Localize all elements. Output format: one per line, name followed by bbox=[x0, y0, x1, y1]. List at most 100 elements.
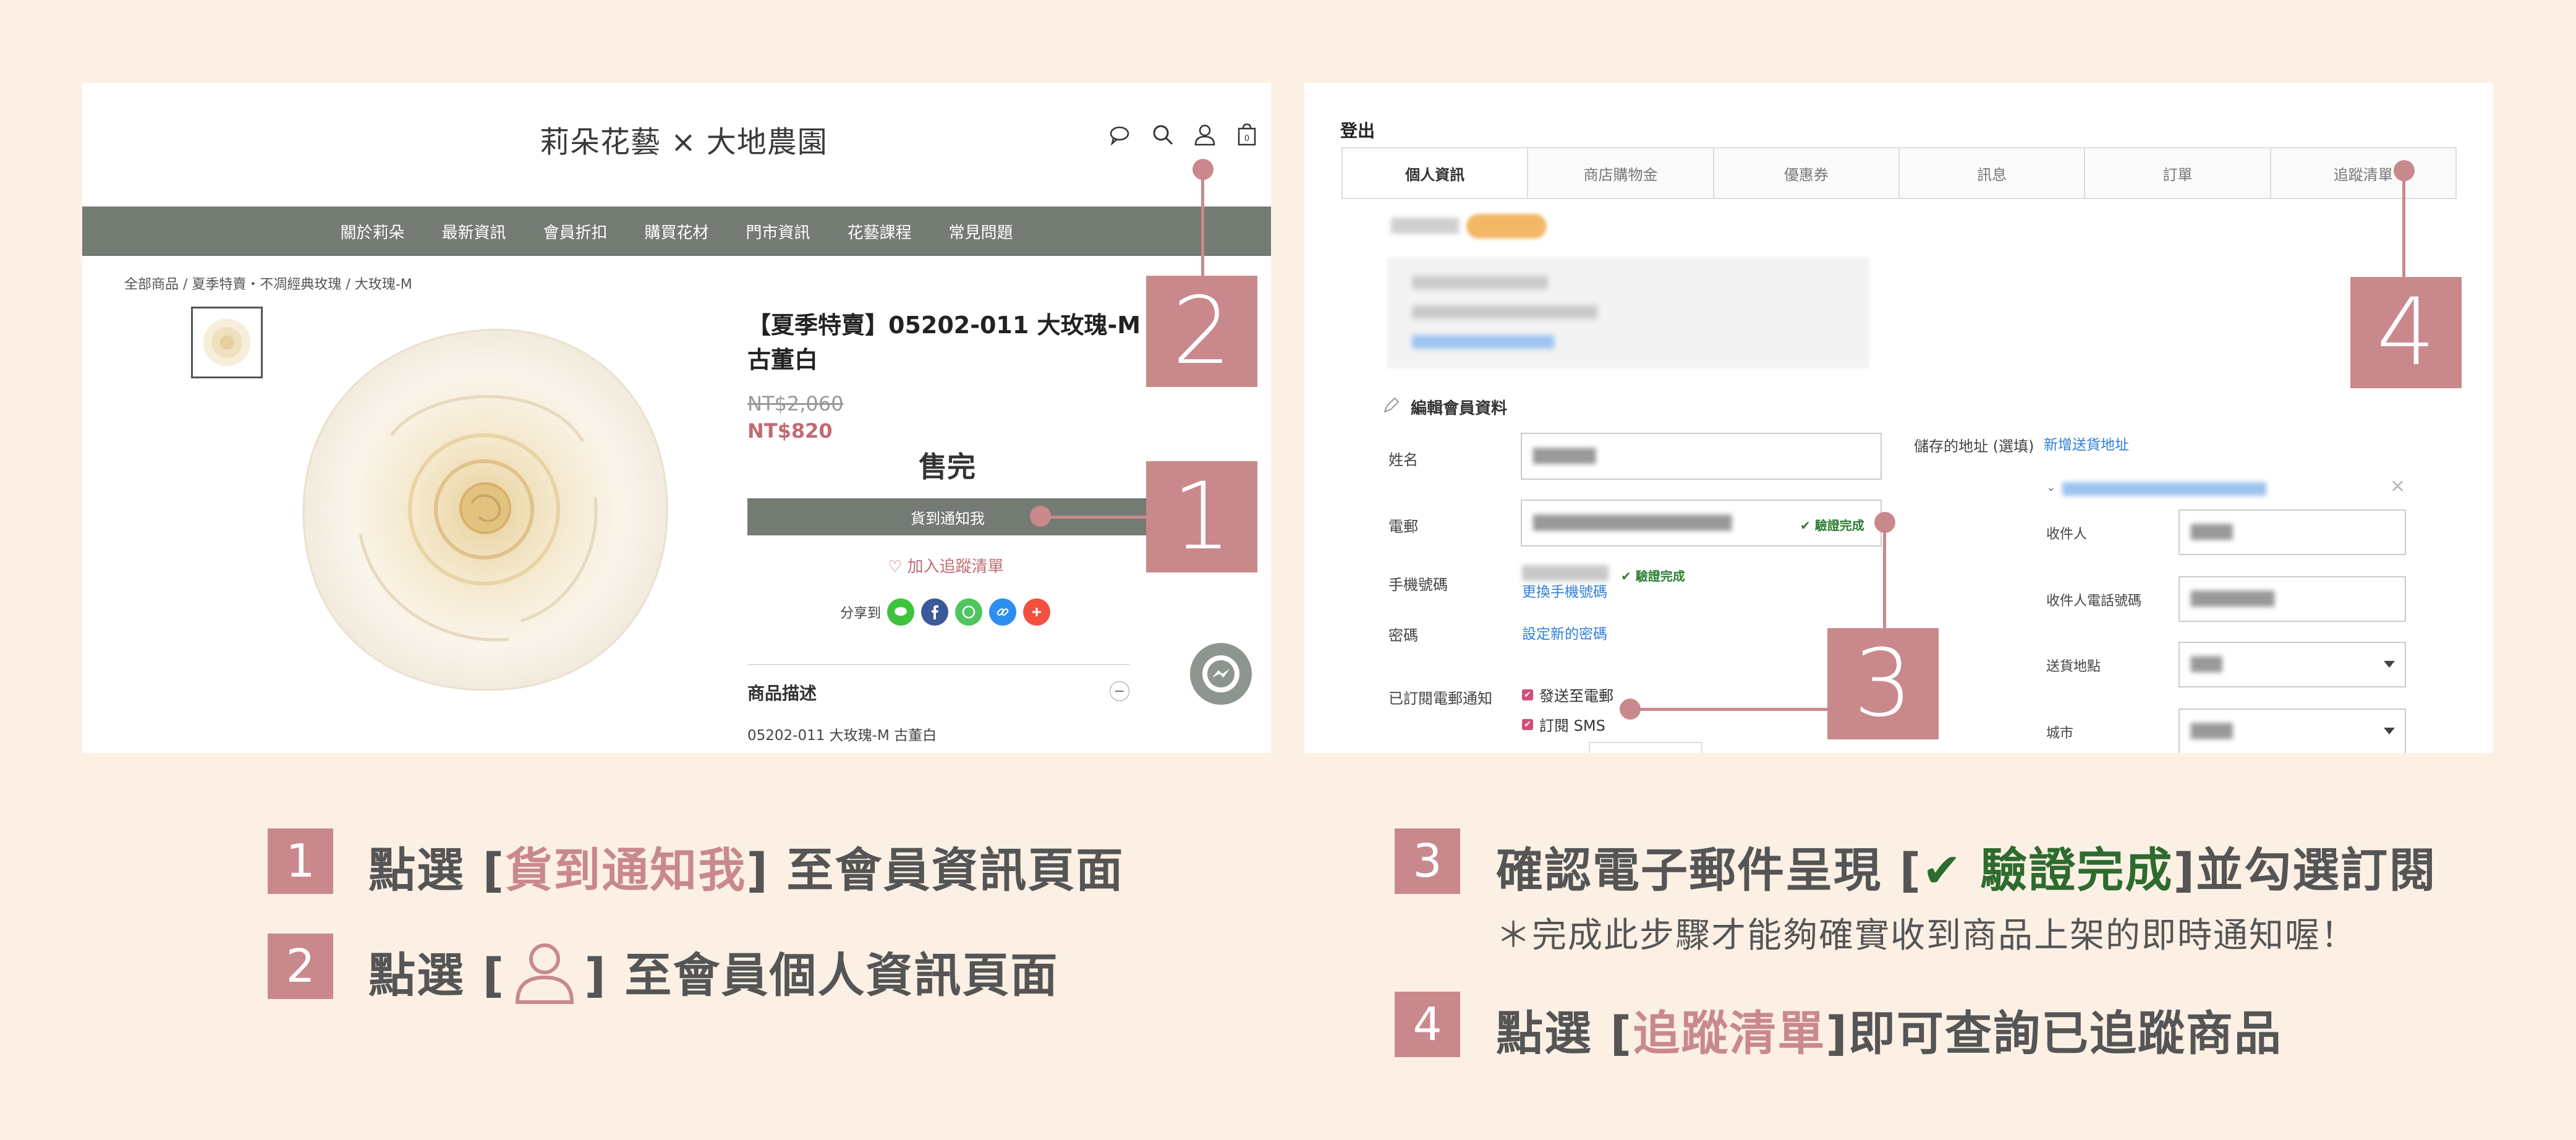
sold-out-label: 售完 bbox=[919, 450, 976, 483]
description-text: 05202-011 大玫瑰-M 古董白 bbox=[747, 728, 937, 744]
set-password-link[interactable]: 設定新的密碼 bbox=[1522, 622, 1607, 643]
divider bbox=[747, 664, 1129, 665]
subscribe-email-text: 發送至電郵 bbox=[1539, 687, 1613, 705]
product-thumbnail[interactable] bbox=[191, 307, 263, 378]
messenger-chat-button[interactable] bbox=[1190, 643, 1252, 705]
subscribe-email-checkbox[interactable]: ✔ 發送至電郵 bbox=[1522, 684, 1613, 705]
step-3-text: 確認電子郵件呈現 [✔ 驗證完成]並勾選訂閱 bbox=[1496, 843, 2438, 898]
recipient-phone-label: 收件人電話號碼 bbox=[2046, 593, 2142, 609]
close-icon[interactable]: ✕ bbox=[2390, 476, 2405, 498]
step-1-text: 點選 [貨到通知我] 至會員資訊頁面 bbox=[368, 843, 1124, 898]
more-share-icon[interactable] bbox=[1023, 598, 1050, 626]
nav-item-faq[interactable]: 常見問題 bbox=[930, 220, 1032, 243]
checkbox-checked-icon: ✔ bbox=[1522, 718, 1533, 730]
facebook-share-icon[interactable] bbox=[921, 598, 948, 626]
nav-item-buy[interactable]: 購買花材 bbox=[626, 220, 727, 243]
tab-wishlist[interactable]: 追蹤清單 bbox=[2271, 148, 2455, 198]
callout-2-line bbox=[1201, 170, 1204, 276]
rose-thumbnail-image bbox=[203, 318, 251, 367]
phone-label: 手機號碼 bbox=[1388, 576, 1448, 593]
tab-store-credit[interactable]: 商店購物金 bbox=[1528, 148, 1714, 198]
member-tabs: 個人資訊 商店購物金 優惠券 訊息 訂單 追蹤清單 bbox=[1341, 147, 2457, 199]
blurred-phone-value bbox=[1522, 565, 1609, 581]
line-share-icon[interactable] bbox=[887, 598, 914, 626]
svg-text:0: 0 bbox=[1244, 134, 1249, 143]
nav-item-about[interactable]: 關於莉朵 bbox=[321, 220, 423, 243]
callout-1-dot bbox=[1030, 506, 1051, 527]
blurred-member-summary bbox=[1387, 257, 1869, 368]
blurred-city-value: ████ bbox=[2191, 723, 2233, 739]
blurred-recipient-phone: ████████ bbox=[2191, 591, 2275, 607]
callout-3-line-horizontal bbox=[1632, 708, 1829, 711]
subscribe-label: 已訂閱電郵通知 bbox=[1388, 690, 1492, 707]
blurred-name-value: ██████ bbox=[1533, 448, 1596, 464]
nav-item-news[interactable]: 最新資訊 bbox=[423, 220, 524, 243]
edit-profile-title: 編輯會員資料 bbox=[1411, 399, 1508, 418]
change-phone-link[interactable]: 更換手機號碼 bbox=[1522, 580, 1607, 601]
callout-1-box: 1 bbox=[1146, 461, 1257, 572]
name-label: 姓名 bbox=[1388, 451, 1418, 469]
tab-messages[interactable]: 訊息 bbox=[1899, 148, 2086, 198]
city-label: 城市 bbox=[2046, 726, 2074, 741]
blurred-region-value: ███ bbox=[2191, 657, 2222, 673]
email-label: 電郵 bbox=[1388, 518, 1418, 535]
nav-item-stores[interactable]: 門市資訊 bbox=[728, 220, 829, 243]
blurred-tier-badge bbox=[1466, 214, 1547, 239]
cart-icon[interactable]: 0 bbox=[1235, 122, 1259, 147]
blurred-recipient-value: ████ bbox=[2191, 524, 2233, 540]
region-label: 送貨地點 bbox=[2046, 659, 2101, 674]
step-1-number: 1 bbox=[268, 828, 333, 894]
breadcrumb[interactable]: 全部商品 / 夏季特賣・不凋經典玫瑰 / 大玫瑰-M bbox=[124, 273, 412, 293]
recipient-phone-input[interactable]: ████████ bbox=[2179, 576, 2406, 622]
blurred-member-level bbox=[1391, 218, 1459, 234]
description-toggle[interactable]: − bbox=[1110, 681, 1129, 701]
city-select[interactable]: ████ bbox=[2179, 708, 2406, 753]
subscribe-sms-text: 訂閱 SMS bbox=[1539, 717, 1605, 734]
sms-field-edge bbox=[1589, 742, 1702, 753]
collapse-chevron-icon[interactable]: ⌄ bbox=[2046, 481, 2055, 494]
product-main-image bbox=[302, 328, 668, 691]
logout-link[interactable]: 登出 bbox=[1340, 117, 1375, 142]
tab-coupons[interactable]: 優惠券 bbox=[1714, 148, 1900, 198]
nav-item-discount[interactable]: 會員折扣 bbox=[524, 220, 626, 243]
step-3-note: ＊完成此步驟才能夠確實收到商品上架的即時通知喔！ bbox=[1496, 916, 2357, 956]
sale-price: NT$820 bbox=[747, 419, 833, 443]
whatsapp-share-icon[interactable] bbox=[955, 598, 982, 626]
callout-3-line-vertical bbox=[1883, 523, 1886, 629]
step-2-text: 點選 [ ] 至會員個人資訊頁面 bbox=[368, 937, 1058, 1005]
password-label: 密碼 bbox=[1388, 627, 1418, 644]
add-address-link[interactable]: 新增送貨地址 bbox=[2044, 433, 2129, 454]
tab-orders[interactable]: 訂單 bbox=[2085, 148, 2271, 198]
copy-link-icon[interactable] bbox=[989, 598, 1016, 626]
email-verified-badge: ✔ 驗證完成 bbox=[1800, 518, 1864, 533]
recipient-label: 收件人 bbox=[2046, 527, 2088, 542]
recipient-input[interactable]: ████ bbox=[2179, 509, 2406, 555]
callout-4-box: 4 bbox=[2350, 277, 2462, 388]
product-title: 【夏季特賣】05202-011 大玫瑰-M 古董白 bbox=[747, 312, 1141, 373]
callout-2-box: 2 bbox=[1146, 276, 1257, 387]
dropdown-arrow-icon bbox=[2384, 661, 2395, 668]
user-icon[interactable] bbox=[1192, 122, 1217, 147]
step-3-number: 3 bbox=[1395, 828, 1460, 894]
subscribe-sms-checkbox[interactable]: ✔ 訂閱 SMS bbox=[1522, 713, 1605, 735]
original-price: NT$2,060 bbox=[747, 392, 844, 415]
step-4-text: 點選 [追蹤清單]即可查詢已追蹤商品 bbox=[1496, 1006, 2282, 1061]
dropdown-arrow-icon bbox=[2384, 728, 2395, 734]
callout-1-line bbox=[1044, 516, 1146, 519]
region-select[interactable]: ███ bbox=[2179, 642, 2406, 687]
nav-item-courses[interactable]: 花藝課程 bbox=[829, 220, 930, 243]
blurred-address-title bbox=[2062, 482, 2266, 496]
brand-logo[interactable]: 莉朵花藝 × 大地農園 bbox=[540, 117, 828, 161]
checkbox-checked-icon: ✔ bbox=[1522, 689, 1533, 700]
main-nav: 關於莉朵 最新資訊 會員折扣 購買花材 門市資訊 花藝課程 常見問題 bbox=[82, 206, 1271, 256]
callout-4-line bbox=[2402, 171, 2405, 278]
callout-3-box: 3 bbox=[1827, 628, 1939, 739]
search-icon[interactable] bbox=[1150, 122, 1175, 147]
chat-icon[interactable] bbox=[1107, 122, 1132, 147]
add-to-wishlist-link[interactable]: ♡ 加入追蹤清單 bbox=[888, 554, 1004, 577]
name-input[interactable]: ██████ bbox=[1521, 433, 1882, 480]
step-4-number: 4 bbox=[1395, 992, 1460, 1057]
edit-pencil-icon bbox=[1384, 397, 1400, 413]
tab-personal-info[interactable]: 個人資訊 bbox=[1343, 148, 1529, 198]
user-icon bbox=[516, 943, 574, 1004]
